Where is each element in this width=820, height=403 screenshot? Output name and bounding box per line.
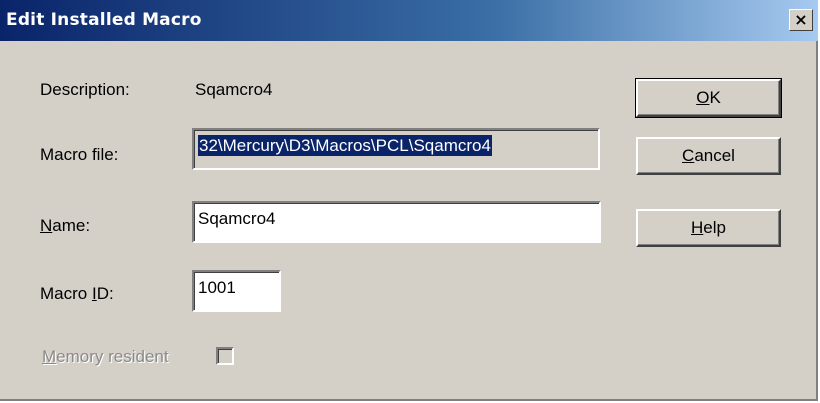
close-button[interactable]: ×	[789, 9, 813, 31]
edit-installed-macro-dialog: Edit Installed Macro × Description: Sqam…	[0, 0, 818, 401]
description-label: Description:	[40, 80, 130, 99]
name-input[interactable]: Sqamcro4	[192, 201, 601, 243]
macro-file-value: 32\Mercury\D3\Macros\PCL\Sqamcro4	[198, 135, 492, 156]
ok-button[interactable]: OK	[635, 78, 782, 118]
macro-id-label: Macro ID:	[40, 284, 114, 303]
name-label-accelerator: N	[40, 216, 53, 235]
name-label: Name:	[40, 216, 91, 235]
window-title: Edit Installed Macro	[6, 10, 202, 30]
name-input-value: Sqamcro4	[198, 209, 276, 228]
memory-resident-label: Memory resident	[42, 347, 169, 366]
close-icon: ×	[794, 10, 808, 29]
title-bar[interactable]: Edit Installed Macro ×	[0, 0, 818, 41]
macro-id-input-value: 1001	[198, 278, 236, 297]
cancel-button[interactable]: Cancel	[636, 137, 781, 175]
memory-resident-label-accelerator: M	[42, 347, 57, 366]
help-button[interactable]: Help	[636, 209, 781, 247]
macro-id-input[interactable]: 1001	[192, 270, 281, 312]
macro-file-label: Macro file:	[40, 145, 119, 164]
description-value: Sqamcro4	[195, 80, 273, 99]
macro-file-field[interactable]: 32\Mercury\D3\Macros\PCL\Sqamcro4	[192, 128, 600, 170]
memory-resident-checkbox[interactable]	[216, 347, 234, 365]
